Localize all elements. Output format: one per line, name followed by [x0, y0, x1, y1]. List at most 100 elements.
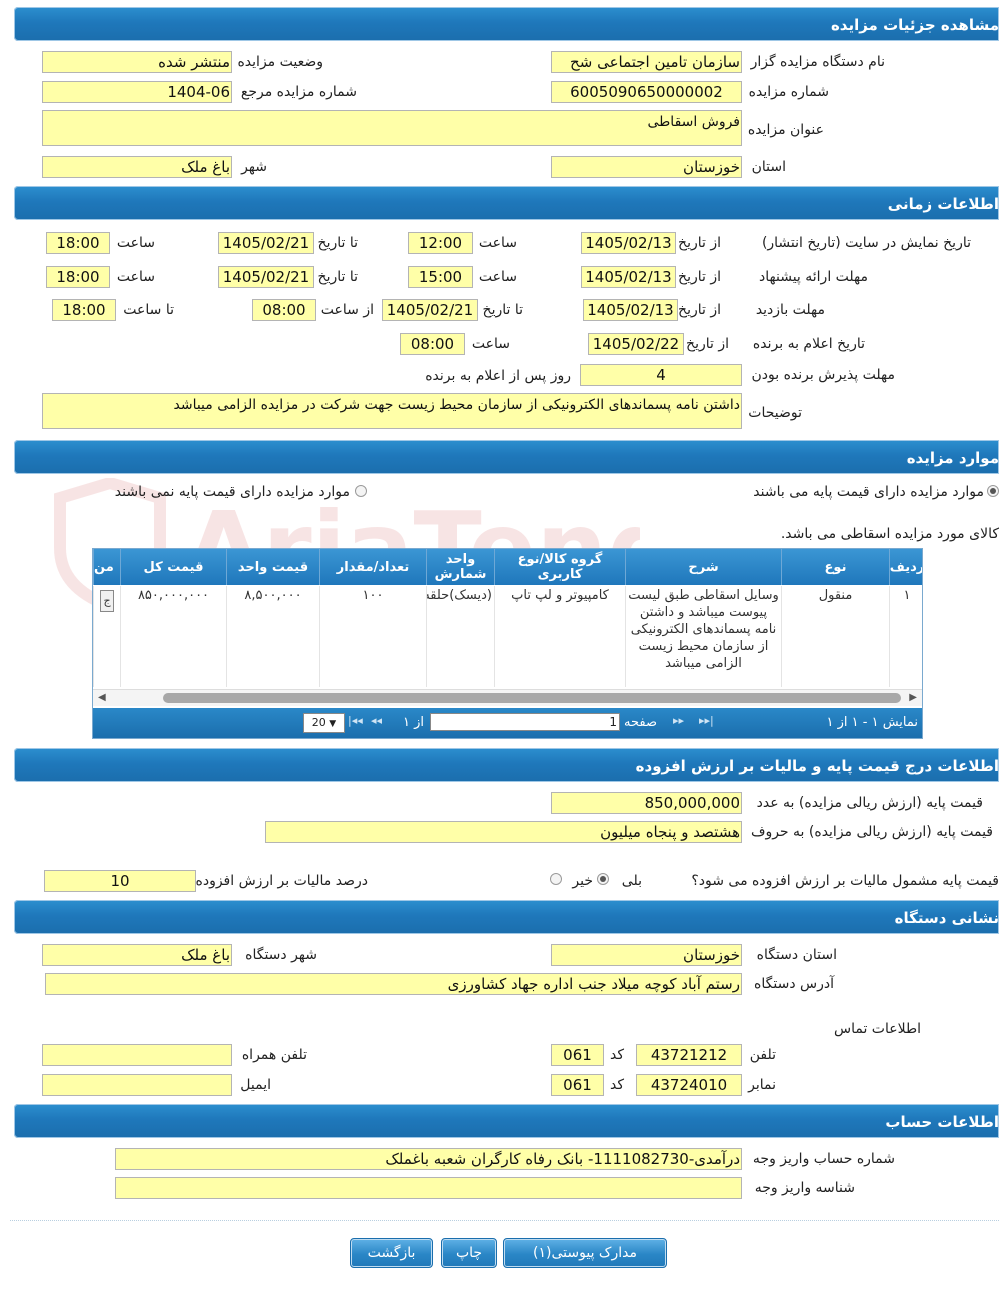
first-page-icon[interactable]: |◂◂ — [348, 714, 363, 727]
fax-code-label: کد — [609, 1077, 624, 1093]
page-size-value: 20 — [311, 716, 326, 729]
scroll-left-icon[interactable]: ◀ — [98, 692, 106, 703]
base-num-field: 850,000,000 — [551, 792, 742, 814]
section-header-price: اطلاعات درج قیمت پایه و مالیات بر ارزش ا… — [14, 748, 999, 782]
from-date-label: از تاریخ — [678, 235, 721, 251]
base-num-label: قیمت پایه (ارزش ریالی مزایده) به عدد — [756, 795, 983, 811]
from-date-label: از تاریخ — [678, 302, 721, 318]
org-address-label: آدرس دستگاه — [754, 976, 834, 992]
phone-field: 43721212 — [636, 1044, 742, 1066]
phone-code-field: 061 — [551, 1044, 604, 1066]
mobile-field — [42, 1044, 232, 1066]
account-number-label: شماره حساب واریز وجه — [752, 1151, 895, 1167]
back-button[interactable]: بازگشت — [350, 1238, 433, 1268]
offer-from-time: 15:00 — [408, 266, 473, 288]
section-header-details: مشاهده جزئیات مزایده — [14, 7, 999, 41]
scroll-right-icon[interactable]: ▶ — [909, 692, 917, 703]
fax-label: نمابر — [748, 1077, 776, 1093]
to-date-label: تا تاریخ — [482, 302, 523, 318]
org-province-field: خوزستان — [551, 944, 742, 966]
cell-total-price: ۸۵۰,۰۰۰,۰۰۰ — [120, 586, 226, 687]
yes-label: بلی — [621, 873, 642, 889]
org-city-label: شهر دستگاه — [245, 947, 317, 963]
visit-to-date: 1405/02/21 — [382, 299, 478, 321]
winner-time: 08:00 — [400, 333, 465, 355]
org-label: نام دستگاه مزایده گزار — [750, 54, 885, 70]
display-to-time: 18:00 — [46, 232, 110, 254]
desc-field: داشتن نامه پسماندهای الکترونیکی از سازما… — [42, 393, 742, 429]
winner-date: 1405/02/22 — [588, 333, 684, 355]
email-field — [42, 1074, 232, 1096]
offer-label: مهلت ارائه پیشنهاد — [759, 269, 868, 285]
scrap-note: کالای مورد مزایده اسقاطی می باشد. — [780, 526, 999, 542]
col-header-group: گروه کالا/نوع کاربری — [494, 549, 625, 585]
org-field: سازمان تامین اجتماعی شح — [551, 51, 742, 73]
cell-more: ج — [93, 586, 120, 687]
base-text-label: قیمت پایه (ارزش ریالی مزایده) به حروف — [750, 824, 993, 840]
desc-label: توضیحات — [748, 405, 802, 421]
accept-suffix: روز پس از اعلام به برنده — [425, 368, 571, 384]
fax-field: 43724010 — [636, 1074, 742, 1096]
page-size-select[interactable]: 20 ▼ — [303, 713, 345, 733]
city-label: شهر — [241, 159, 267, 175]
section-header-account: اطلاعات حساب — [14, 1104, 999, 1138]
province-label: استان — [751, 159, 786, 175]
ref-label: شماره مزایده مرجع — [240, 84, 357, 100]
grid-pager: نمایش ۱ - ۱ از ۱ ▸▸| ▸▸ صفحه 1 از ۱ ◂◂ |… — [93, 708, 922, 738]
sheba-label: شناسه واریز وجه — [754, 1180, 855, 1196]
winner-label: تاریخ اعلام به برنده — [752, 336, 865, 352]
org-address-field: رستم آباد کوچه میلاد جنب اداره جهاد کشاو… — [45, 973, 742, 995]
horizontal-scrollbar[interactable]: ◀ ▶ — [93, 689, 922, 706]
visit-from-date: 1405/02/13 — [583, 299, 678, 321]
hour-label: ساعت — [478, 235, 517, 251]
title-label: عنوان مزایده — [747, 122, 824, 138]
page-of-label: از ۱ — [403, 715, 425, 730]
last-page-icon[interactable]: ▸▸| — [699, 714, 714, 727]
radio-with-price[interactable] — [987, 485, 999, 497]
cell-desc: وسایل اسقاطی طبق لیست پیوست میباشد و داش… — [625, 586, 781, 687]
phone-label: تلفن — [749, 1047, 776, 1063]
city-field: باغ ملک — [42, 156, 232, 178]
number-field: 6005090650000002 — [551, 81, 742, 103]
from-date-label: از تاریخ — [678, 269, 721, 285]
items-grid: ردیف نوع شرح گروه کالا/نوع کاربری واحد ش… — [92, 548, 923, 739]
scrollbar-thumb[interactable] — [163, 693, 901, 703]
print-button[interactable]: چاپ — [441, 1238, 497, 1268]
section-header-items: موارد مزایده — [14, 440, 999, 474]
phone-code-label: کد — [609, 1047, 624, 1063]
radio-without-price[interactable] — [355, 485, 367, 497]
cell-row: ۱ — [889, 586, 922, 687]
to-date-label: تا تاریخ — [317, 269, 358, 285]
status-label: وضعیت مزایده — [237, 54, 323, 70]
col-header-unit-price: قیمت واحد — [226, 549, 319, 585]
page-input[interactable]: 1 — [430, 713, 620, 731]
visit-from-time: 08:00 — [252, 299, 316, 321]
cell-type: منقول — [781, 586, 889, 687]
from-date-label: از تاریخ — [686, 336, 729, 352]
number-label: شماره مزایده — [748, 84, 829, 100]
col-header-qty: تعداد/مقدار — [319, 549, 426, 585]
status-field: منتشر شده — [42, 51, 232, 73]
radio-vat-no[interactable] — [550, 873, 562, 885]
col-header-unit: واحد شمارش — [426, 549, 494, 585]
display-to-date: 1405/02/21 — [218, 232, 314, 254]
radio-vat-yes[interactable] — [597, 873, 609, 885]
page-label: صفحه — [624, 715, 657, 730]
col-header-total-price: قیمت کل — [120, 549, 226, 585]
section-header-address: نشانی دستگاه — [14, 900, 999, 934]
offer-to-time: 18:00 — [46, 266, 110, 288]
hour-label: ساعت — [478, 269, 517, 285]
from-hour-label: از ساعت — [320, 302, 374, 318]
sheba-field — [115, 1177, 742, 1199]
row-action-button[interactable]: ج — [100, 590, 114, 612]
col-header-more: من — [93, 549, 120, 585]
visit-to-time: 18:00 — [52, 299, 116, 321]
prev-page-icon[interactable]: ◂◂ — [371, 714, 382, 727]
to-date-label: تا تاریخ — [317, 235, 358, 251]
title-field: فروش اسقاطی — [42, 110, 742, 146]
base-text-field: هشتصد و پنجاه میلیون — [265, 821, 742, 843]
org-city-field: باغ ملک — [42, 944, 232, 966]
next-page-icon[interactable]: ▸▸ — [673, 714, 684, 727]
hour-label: ساعت — [116, 269, 155, 285]
attachments-button[interactable]: مدارک پیوستی(۱) — [503, 1238, 667, 1268]
